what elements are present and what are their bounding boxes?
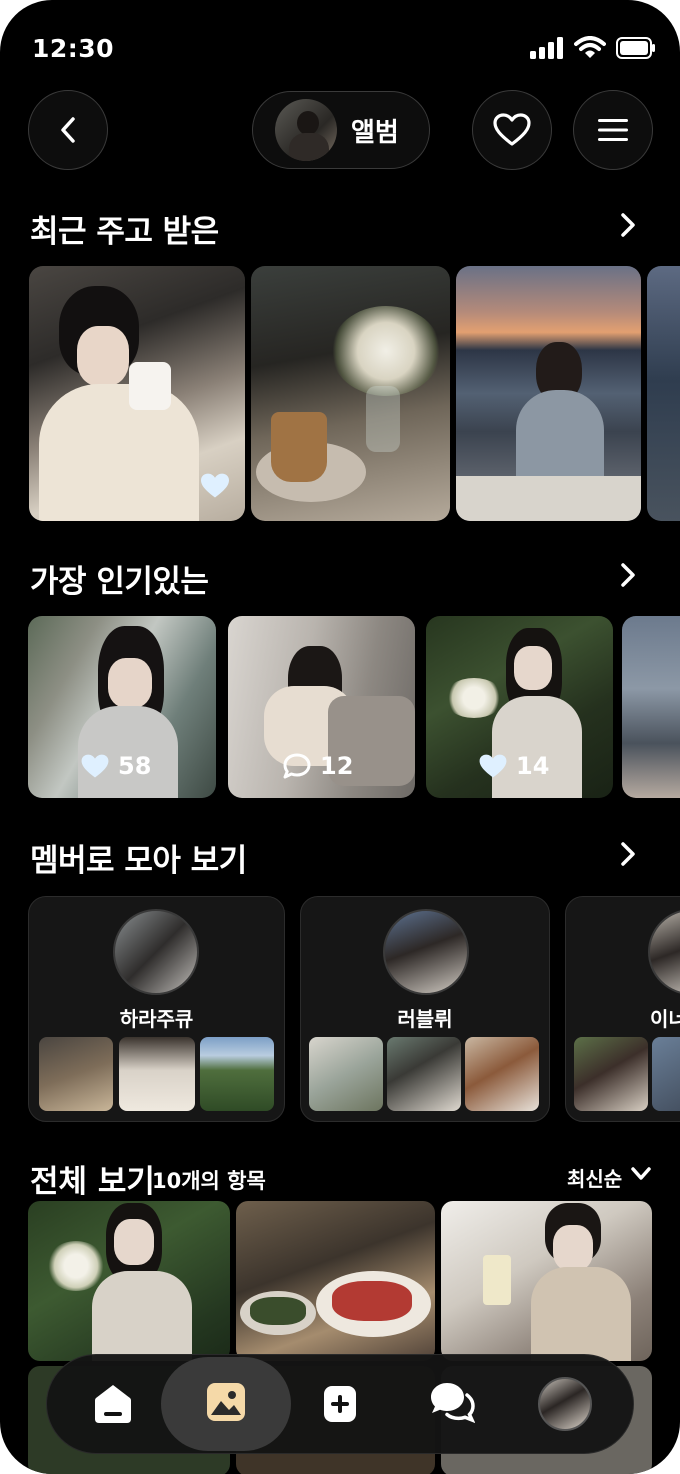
popular-count-2: 12 bbox=[320, 752, 354, 780]
recent-photo-1[interactable] bbox=[29, 266, 245, 521]
bottom-navigation bbox=[46, 1354, 634, 1454]
member-card-3[interactable]: 이너 bbox=[565, 896, 680, 1122]
popular-count-3: 14 bbox=[516, 752, 550, 780]
comment-icon bbox=[283, 753, 311, 779]
chevron-down-icon[interactable] bbox=[630, 1166, 652, 1182]
popular-photo-4[interactable] bbox=[622, 616, 680, 798]
popular-photo-1[interactable]: 58 bbox=[28, 616, 216, 798]
phone-screen: 12:30 앨범 최근 주고 받은 가장 인기있는 58 12 14 멤버로 모… bbox=[0, 0, 680, 1474]
member-name-2: 러블뤼 bbox=[397, 1007, 453, 1031]
add-icon[interactable] bbox=[323, 1385, 357, 1423]
popular-badge-1: 58 bbox=[80, 752, 151, 780]
member-thumb[interactable] bbox=[119, 1037, 195, 1111]
menu-button[interactable] bbox=[573, 90, 653, 170]
album-selector[interactable]: 앨범 bbox=[252, 91, 430, 169]
profile-avatar[interactable] bbox=[538, 1377, 592, 1431]
heart-icon bbox=[201, 473, 229, 498]
grid-photo-1[interactable] bbox=[28, 1201, 230, 1361]
member-thumb[interactable] bbox=[309, 1037, 383, 1111]
member-thumb[interactable] bbox=[652, 1037, 680, 1111]
status-time: 12:30 bbox=[32, 34, 115, 63]
popular-photo-2[interactable]: 12 bbox=[228, 616, 415, 798]
heart-icon bbox=[479, 754, 507, 778]
recent-photo-3[interactable] bbox=[456, 266, 641, 521]
recent-chevron-right-icon[interactable] bbox=[620, 212, 636, 238]
popular-section-title: 가장 인기있는 bbox=[30, 564, 209, 600]
album-avatar bbox=[275, 99, 337, 161]
member-card-2[interactable]: 러블뤼 bbox=[300, 896, 550, 1122]
popular-count-1: 58 bbox=[118, 752, 152, 780]
member-name-3: 이너 bbox=[650, 1007, 680, 1031]
signal-icon bbox=[530, 37, 563, 59]
all-section-title: 전체 보기 bbox=[30, 1164, 155, 1200]
member-avatar-3 bbox=[648, 909, 680, 995]
back-button[interactable] bbox=[28, 90, 108, 170]
hamburger-icon bbox=[598, 119, 628, 141]
member-thumb[interactable] bbox=[39, 1037, 113, 1111]
home-icon[interactable] bbox=[93, 1383, 133, 1425]
member-thumb[interactable] bbox=[465, 1037, 539, 1111]
recent-photo-2[interactable] bbox=[251, 266, 450, 521]
member-name-1: 하라주큐 bbox=[119, 1007, 194, 1031]
chat-icon[interactable] bbox=[429, 1381, 475, 1423]
popular-badge-3: 14 bbox=[478, 752, 549, 780]
heart-icon bbox=[81, 754, 109, 778]
battery-icon bbox=[616, 37, 655, 59]
favorite-button[interactable] bbox=[472, 90, 552, 170]
popular-chevron-right-icon[interactable] bbox=[620, 562, 636, 588]
members-chevron-right-icon[interactable] bbox=[620, 841, 636, 867]
wifi-icon bbox=[574, 36, 606, 58]
member-thumb[interactable] bbox=[387, 1037, 461, 1111]
member-avatar-2 bbox=[383, 909, 469, 995]
member-thumb[interactable] bbox=[574, 1037, 648, 1111]
gallery-icon[interactable] bbox=[206, 1382, 246, 1422]
member-thumb[interactable] bbox=[200, 1037, 274, 1111]
heart-outline-icon bbox=[493, 113, 531, 146]
members-section-title: 멤버로 모아 보기 bbox=[30, 843, 247, 879]
all-item-count: 10개의 항목 bbox=[152, 1169, 266, 1193]
popular-photo-3[interactable]: 14 bbox=[426, 616, 613, 798]
sort-dropdown[interactable]: 최신순 bbox=[567, 1163, 622, 1192]
popular-badge-2: 12 bbox=[282, 752, 353, 780]
member-card-1[interactable]: 하라주큐 bbox=[28, 896, 285, 1122]
chevron-left-icon bbox=[61, 117, 75, 143]
member-avatar-1 bbox=[113, 909, 199, 995]
recent-photo-4[interactable] bbox=[647, 266, 680, 521]
album-title: 앨범 bbox=[351, 117, 399, 148]
status-icons bbox=[530, 36, 656, 60]
recent-section-title: 최근 주고 받은 bbox=[30, 214, 219, 250]
grid-photo-3[interactable] bbox=[441, 1201, 652, 1361]
grid-photo-2[interactable] bbox=[236, 1201, 435, 1361]
